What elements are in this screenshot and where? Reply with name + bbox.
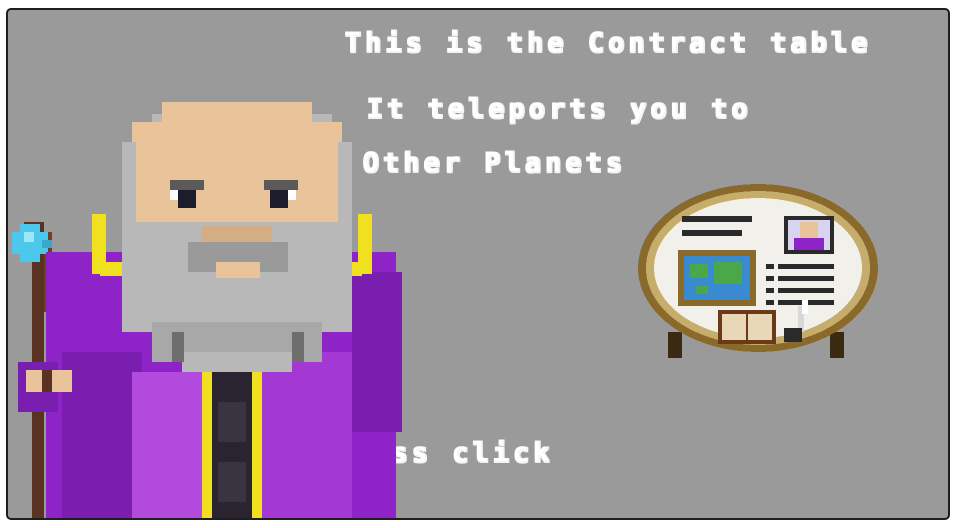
dialogue-panel[interactable]: This is the Contract table It teleports … xyxy=(6,8,950,520)
contract-table-sprite[interactable] xyxy=(634,182,884,372)
game-screen[interactable]: This is the Contract table It teleports … xyxy=(0,0,960,528)
wizard-sprite xyxy=(12,102,402,518)
dialogue-line-1: This is the Contract table xyxy=(344,27,871,58)
dialogue-line-2: It teleports you to xyxy=(366,93,751,124)
